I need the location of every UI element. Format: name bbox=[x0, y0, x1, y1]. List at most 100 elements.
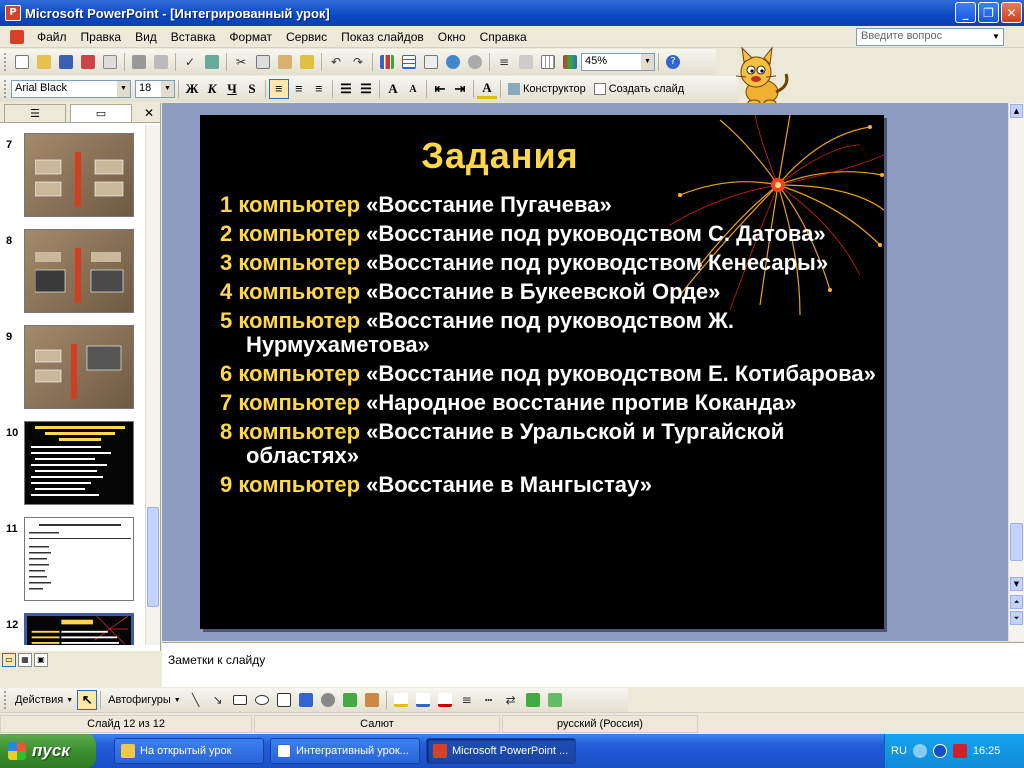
thumbnail-scrollbar[interactable] bbox=[145, 125, 160, 645]
format-painter-icon[interactable] bbox=[297, 52, 317, 72]
menu-format[interactable]: Формат bbox=[222, 30, 279, 44]
permission-icon[interactable] bbox=[78, 52, 98, 72]
textbox-icon[interactable] bbox=[274, 690, 294, 710]
slide-thumbnail[interactable] bbox=[24, 421, 134, 505]
wordart-icon[interactable] bbox=[296, 690, 316, 710]
show-formatting-icon[interactable] bbox=[516, 52, 536, 72]
decrease-font-icon[interactable]: A bbox=[403, 79, 423, 99]
design-button[interactable]: Конструктор bbox=[504, 83, 590, 95]
taskbar-item-folder[interactable]: На открытый урок bbox=[114, 738, 264, 764]
research-icon[interactable] bbox=[202, 52, 222, 72]
tables-borders-icon[interactable] bbox=[421, 52, 441, 72]
task-list[interactable]: 1 компьютер «Восстание Пугачева» 2 компь… bbox=[220, 193, 880, 502]
close-icon[interactable]: ✕ bbox=[144, 106, 154, 120]
thumbnail-slide-10[interactable]: 10 bbox=[0, 421, 146, 509]
hyperlink-icon[interactable] bbox=[443, 52, 463, 72]
toolbar-grip[interactable] bbox=[4, 80, 7, 98]
font-color-draw-icon[interactable] bbox=[435, 690, 455, 710]
thumbnail-slide-7[interactable]: 7 bbox=[0, 133, 146, 221]
paste-icon[interactable] bbox=[275, 52, 295, 72]
previous-slide-icon[interactable]: ⏶ bbox=[1010, 595, 1023, 609]
current-slide[interactable]: Задания 1 компьютер «Восстание Пугачева»… bbox=[200, 115, 884, 629]
line-color-icon[interactable] bbox=[413, 690, 433, 710]
oval-icon[interactable] bbox=[252, 690, 272, 710]
chevron-down-icon[interactable]: ▼ bbox=[989, 29, 1003, 45]
actions-button[interactable]: Действия ▼ bbox=[11, 694, 77, 706]
select-pointer-icon[interactable]: ↖ bbox=[77, 690, 98, 710]
office-assistant-cat-icon[interactable] bbox=[728, 46, 794, 106]
table-icon[interactable] bbox=[399, 52, 419, 72]
shadow-button[interactable]: S bbox=[242, 79, 262, 99]
taskbar-item-powerpoint[interactable]: Microsoft PowerPoint ... bbox=[426, 738, 576, 764]
diagram-icon[interactable] bbox=[318, 690, 338, 710]
toolbar-grip[interactable] bbox=[4, 691, 7, 709]
maximize-button[interactable]: ❐ bbox=[978, 2, 999, 23]
font-color-icon[interactable]: A bbox=[477, 79, 497, 99]
language-indicator[interactable]: RU bbox=[891, 745, 907, 757]
menu-edit[interactable]: Правка bbox=[74, 30, 129, 44]
notes-pane[interactable]: Заметки к слайду bbox=[162, 642, 1024, 687]
slide-thumbnail[interactable] bbox=[24, 229, 134, 313]
bullets-icon[interactable]: ☰ bbox=[356, 79, 376, 99]
bluetooth-icon[interactable] bbox=[932, 744, 947, 758]
shadow-style-icon[interactable] bbox=[523, 690, 543, 710]
close-button[interactable]: ✕ bbox=[1001, 2, 1022, 23]
color-grayscale-icon[interactable] bbox=[560, 52, 580, 72]
3d-style-icon[interactable] bbox=[545, 690, 565, 710]
tray-arrow-icon[interactable] bbox=[912, 744, 927, 758]
menu-view[interactable]: Вид bbox=[128, 30, 164, 44]
slide-thumbnail[interactable] bbox=[24, 325, 134, 409]
picture-icon[interactable] bbox=[362, 690, 382, 710]
email-icon[interactable] bbox=[100, 52, 120, 72]
minimize-button[interactable]: _ bbox=[955, 2, 976, 23]
redo-icon[interactable]: ↷ bbox=[348, 52, 368, 72]
chevron-down-icon[interactable]: ▼ bbox=[117, 81, 130, 97]
slide-sorter-view-icon[interactable]: ▦ bbox=[18, 653, 32, 667]
save-icon[interactable] bbox=[56, 52, 76, 72]
decrease-indent-icon[interactable]: ⇤ bbox=[430, 79, 450, 99]
tab-slides[interactable]: ▭ bbox=[70, 103, 132, 122]
help-icon[interactable]: ? bbox=[663, 52, 683, 72]
arrow-icon[interactable]: ↘ bbox=[208, 690, 228, 710]
italic-button[interactable]: К bbox=[202, 79, 222, 99]
document-icon[interactable] bbox=[10, 29, 24, 44]
chevron-down-icon[interactable]: ▼ bbox=[641, 54, 654, 70]
open-icon[interactable] bbox=[34, 52, 54, 72]
new-icon[interactable] bbox=[12, 52, 32, 72]
taskbar-item-word[interactable]: Интегративный урок... bbox=[270, 738, 420, 764]
numbering-icon[interactable]: ☰ bbox=[336, 79, 356, 99]
normal-view-icon[interactable]: ▭ bbox=[2, 653, 16, 667]
new-slide-button[interactable]: Создать слайд bbox=[590, 83, 688, 95]
menu-insert[interactable]: Вставка bbox=[164, 30, 223, 44]
arrow-style-icon[interactable]: ⇄ bbox=[501, 690, 521, 710]
scroll-up-icon[interactable]: ▲ bbox=[1010, 104, 1023, 118]
expand-icon[interactable]: ≡ bbox=[494, 52, 514, 72]
scroll-thumb[interactable] bbox=[1010, 523, 1023, 561]
increase-indent-icon[interactable]: ⇥ bbox=[450, 79, 470, 99]
bold-button[interactable]: Ж bbox=[182, 79, 202, 99]
print-icon[interactable] bbox=[129, 52, 149, 72]
undo-icon[interactable]: ↶ bbox=[326, 52, 346, 72]
fill-color-icon[interactable] bbox=[391, 690, 411, 710]
toolbar-grip[interactable] bbox=[4, 53, 7, 71]
underline-button[interactable]: Ч bbox=[222, 79, 242, 99]
font-name-select[interactable]: Arial Black ▼ bbox=[11, 80, 131, 98]
zoom-select[interactable]: 45% ▼ bbox=[581, 53, 655, 71]
menu-slideshow[interactable]: Показ слайдов bbox=[334, 30, 431, 44]
cut-icon[interactable]: ✂ bbox=[231, 52, 251, 72]
slideshow-view-icon[interactable]: ▣ bbox=[34, 653, 48, 667]
clipart-insert-icon[interactable] bbox=[340, 690, 360, 710]
align-right-icon[interactable]: ≡ bbox=[309, 79, 329, 99]
align-left-icon[interactable]: ≡ bbox=[269, 79, 289, 99]
slide-title[interactable]: Задания bbox=[200, 135, 800, 177]
dash-style-icon[interactable]: ┅ bbox=[479, 690, 499, 710]
slide-scrollbar[interactable]: ▲ ▼ ⏶ ⏷ bbox=[1008, 103, 1024, 641]
grid-icon[interactable] bbox=[538, 52, 558, 72]
menu-file[interactable]: Файл bbox=[30, 30, 74, 44]
menu-tools[interactable]: Сервис bbox=[279, 30, 334, 44]
slide-thumbnail-selected[interactable] bbox=[24, 613, 134, 645]
chevron-down-icon[interactable]: ▼ bbox=[161, 81, 174, 97]
rectangle-icon[interactable] bbox=[230, 690, 250, 710]
start-button[interactable]: пуск bbox=[0, 734, 96, 768]
antivirus-icon[interactable] bbox=[952, 744, 967, 758]
